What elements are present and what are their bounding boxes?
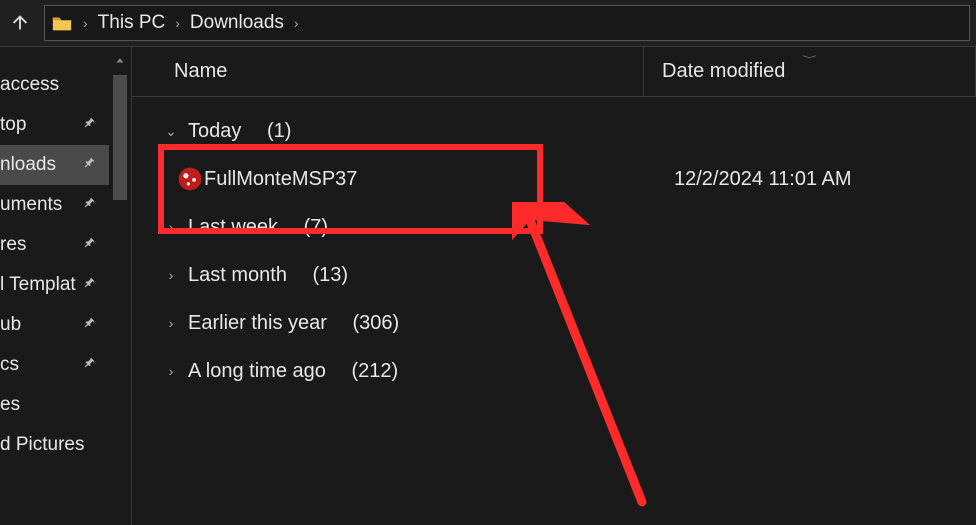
scroll-up-icon[interactable]: ▲: [114, 56, 126, 64]
sort-indicator-icon: ﹀: [803, 54, 817, 64]
file-name-cell: FullMonteMSP37: [176, 155, 644, 203]
address-bar: › This PC › Downloads ›: [0, 0, 976, 47]
pin-icon: [77, 352, 102, 377]
chevron-right-icon[interactable]: ›: [290, 15, 303, 31]
pin-icon: [77, 152, 102, 177]
chevron-right-icon: ›: [164, 363, 178, 379]
file-date: 12/2/2024 11:01 AM: [656, 168, 852, 191]
sidebar-item-pictures[interactable]: res: [0, 225, 109, 265]
navigation-pane: access top nloads uments: [0, 47, 109, 525]
chevron-right-icon: ›: [164, 219, 178, 235]
sidebar-item-template[interactable]: l Templat: [0, 265, 109, 305]
app-icon: [176, 165, 204, 193]
scrollbar-thumb[interactable]: [113, 75, 127, 200]
sidebar-item-quick-access[interactable]: access: [0, 65, 109, 105]
column-header-name[interactable]: Name: [132, 47, 644, 96]
group-last-month[interactable]: › Last month (13): [132, 251, 976, 299]
chevron-right-icon: ›: [164, 315, 178, 331]
group-earlier-year[interactable]: › Earlier this year (306): [132, 299, 976, 347]
column-header-date[interactable]: ﹀ Date modified: [644, 47, 976, 96]
file-row[interactable]: FullMonteMSP37 12/2/2024 11:01 AM: [132, 155, 976, 203]
group-long-time-ago[interactable]: › A long time ago (212): [132, 347, 976, 395]
pin-icon: [77, 272, 102, 297]
main-area: access top nloads uments: [0, 47, 976, 525]
sidebar-item-desktop[interactable]: top: [0, 105, 109, 145]
sidebar-item-downloads[interactable]: nloads: [0, 145, 109, 185]
group-last-week[interactable]: › Last week (7): [132, 203, 976, 251]
sidebar-item-games[interactable]: es: [0, 385, 109, 425]
sidebar-item-github[interactable]: ub: [0, 305, 109, 345]
breadcrumb[interactable]: › This PC › Downloads ›: [44, 5, 970, 41]
sidebar-item-shared-pictures[interactable]: d Pictures: [0, 425, 109, 465]
sidebar-scrollbar[interactable]: ▲: [109, 47, 131, 525]
pin-icon: [77, 312, 102, 337]
pin-icon: [77, 232, 102, 257]
breadcrumb-this-pc[interactable]: This PC: [98, 12, 166, 34]
chevron-right-icon: ›: [164, 267, 178, 283]
pin-icon: [77, 192, 102, 217]
file-name: FullMonteMSP37: [204, 168, 357, 191]
sidebar-item-music[interactable]: cs: [0, 345, 109, 385]
sidebar-item-documents[interactable]: uments: [0, 185, 109, 225]
up-icon[interactable]: [6, 9, 34, 37]
folder-icon: [51, 12, 73, 34]
breadcrumb-downloads[interactable]: Downloads: [190, 12, 284, 34]
chevron-right-icon[interactable]: ›: [79, 15, 92, 31]
column-headers: Name ﹀ Date modified: [132, 47, 976, 97]
file-list: Name ﹀ Date modified ⌄ Today (1): [132, 47, 976, 525]
chevron-right-icon[interactable]: ›: [171, 15, 184, 31]
group-today[interactable]: ⌄ Today (1): [132, 107, 976, 155]
pin-icon: [77, 112, 102, 137]
chevron-down-icon: ⌄: [164, 123, 178, 140]
